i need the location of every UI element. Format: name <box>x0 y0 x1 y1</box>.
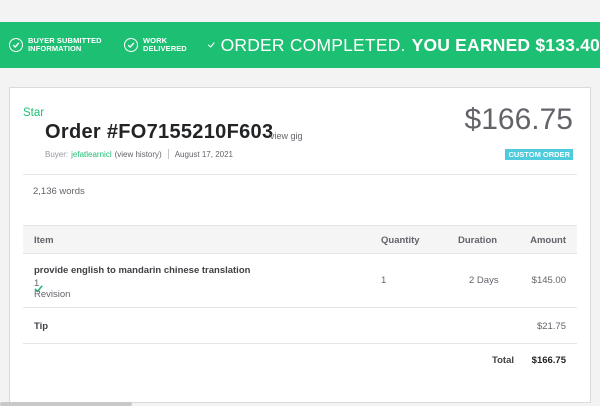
item-quantity: 1 <box>381 275 387 286</box>
view-gig-link[interactable]: view gig <box>270 131 303 141</box>
order-meta: Buyer: jefatlearnicl (view history) Augu… <box>45 149 233 159</box>
step-label: Work delivered <box>143 36 187 53</box>
star-tag[interactable]: Star <box>23 107 44 119</box>
step-work-delivered: Work delivered <box>124 37 195 53</box>
divider <box>23 174 577 175</box>
completion-message: ORDER COMPLETED. YOU EARNED $133.40 <box>221 35 600 56</box>
revision-info: 1 Revision <box>34 278 70 300</box>
header-quantity: Quantity <box>381 235 420 246</box>
view-history-link[interactable]: (view history) <box>115 150 162 159</box>
revision-count: 1 Revision <box>34 277 71 300</box>
buyer-label: Buyer: <box>45 149 69 159</box>
buyer-name-link[interactable]: jefatlearnicl <box>71 150 111 159</box>
check-circle-icon <box>9 38 23 52</box>
horizontal-scrollbar[interactable] <box>0 402 132 406</box>
earned-amount: YOU EARNED $133.40 <box>411 34 600 55</box>
status-text: ORDER COMPLETED. <box>220 34 406 55</box>
divider <box>167 149 169 159</box>
item-amount: $145.00 <box>531 275 566 286</box>
order-completed-banner: Buyer submitted information Work deliver… <box>0 22 600 68</box>
item-name: provide english to mandarin chinese tran… <box>34 265 251 276</box>
order-details-card: Star Order #FO7155210F603 view gig Buyer… <box>9 87 591 403</box>
checkmark-icon <box>208 42 215 48</box>
header-amount: Amount <box>530 235 566 246</box>
total-amount: $166.75 <box>531 355 566 366</box>
total-label: Total <box>492 355 514 366</box>
word-count: 2,136 words <box>33 186 85 197</box>
tip-amount: $21.75 <box>536 321 566 332</box>
step-buyer-submitted: Buyer submitted information <box>9 37 112 53</box>
order-date: August 17, 2021 <box>174 149 233 159</box>
table-header: Item Quantity Duration Amount <box>23 225 577 254</box>
step-label: Buyer submitted information <box>28 36 102 53</box>
header-duration: Duration <box>458 235 498 246</box>
order-price: $166.75 <box>464 103 573 136</box>
item-duration: 2 Days <box>469 275 499 286</box>
total-row: Total $166.75 <box>23 344 577 380</box>
check-circle-icon <box>124 38 138 52</box>
custom-order-badge: CUSTOM ORDER <box>505 149 573 160</box>
tip-label: Tip <box>34 321 49 332</box>
table-row: provide english to mandarin chinese tran… <box>23 254 577 308</box>
order-title: Order #FO7155210F603 <box>45 121 274 143</box>
header-item: Item <box>34 235 54 246</box>
tip-row: Tip $21.75 <box>23 308 577 344</box>
